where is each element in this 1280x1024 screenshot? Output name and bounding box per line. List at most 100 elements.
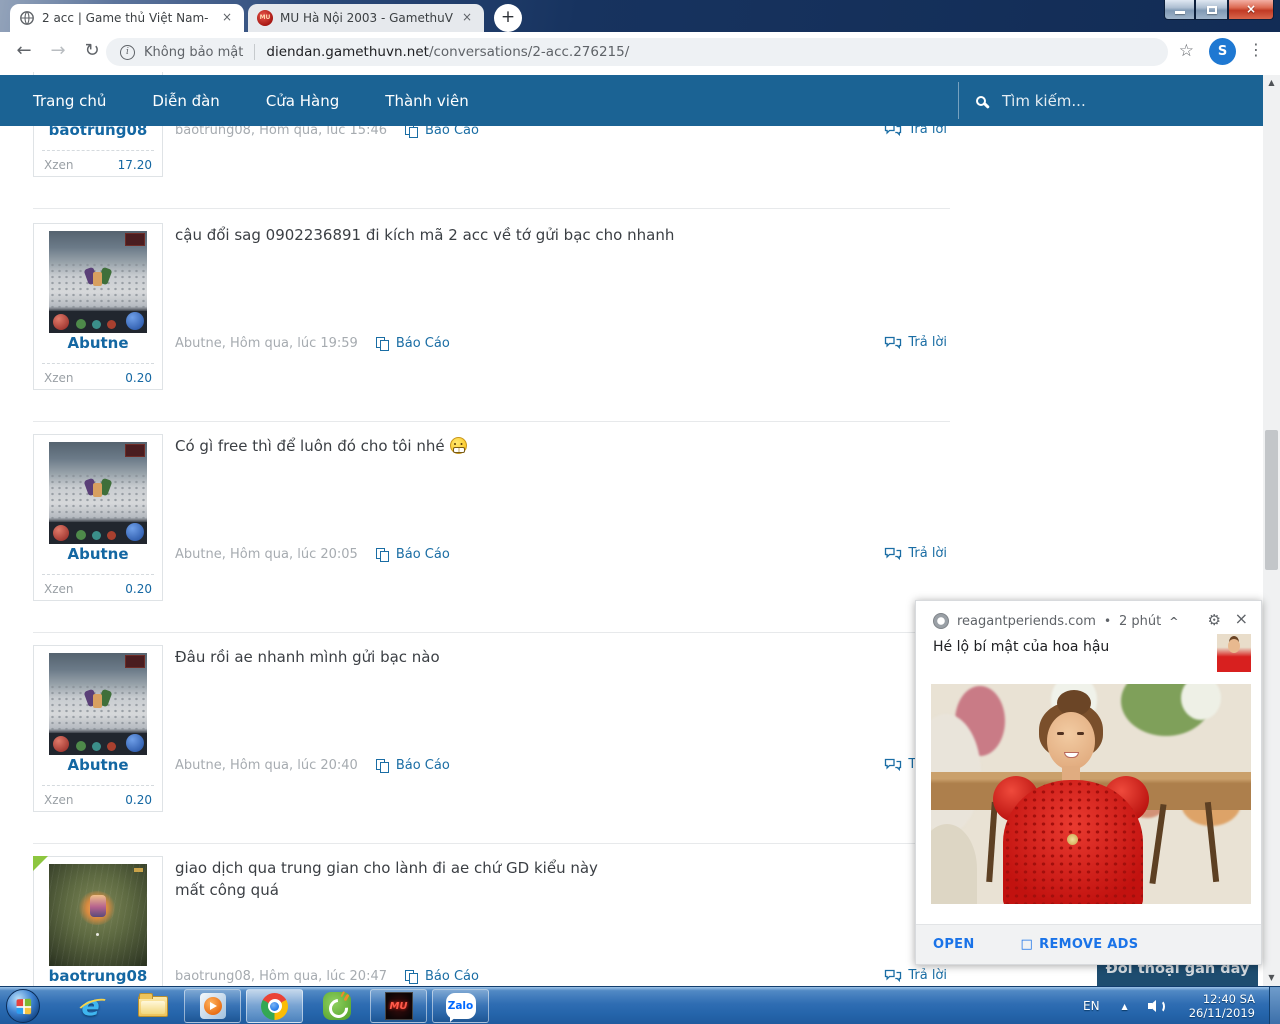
divider [42, 150, 154, 151]
report-link[interactable]: Báo Cáo [376, 336, 450, 351]
author-name[interactable]: baotrung08 [34, 967, 162, 985]
chrome-icon [933, 613, 949, 629]
report-link[interactable]: Báo Cáo [376, 547, 450, 562]
highlight-corner-marker [33, 856, 48, 871]
nav-item-home[interactable]: Trang chủ [33, 92, 106, 110]
divider [42, 363, 154, 364]
forum-post: Abutne Xzen 0.20 cậu đổi sag 0902236891 … [0, 223, 950, 422]
avatar[interactable] [49, 653, 147, 755]
scroll-up-arrow[interactable]: ▲ [1263, 75, 1280, 91]
start-button[interactable] [6, 989, 40, 1023]
address-bar[interactable]: i Không bảo mật diendan.gamethuvn.net /c… [106, 38, 1168, 66]
show-desktop-button[interactable] [1269, 987, 1280, 1024]
scroll-down-arrow[interactable]: ▼ [1263, 970, 1280, 986]
info-icon[interactable]: i [120, 45, 135, 60]
forum-post: Abutne Xzen 0.20 Có gì free thì để luôn … [0, 434, 950, 633]
tray-expand-icon[interactable]: ▲ [1122, 1002, 1128, 1011]
back-button[interactable]: ← [12, 40, 36, 61]
nav-item-store[interactable]: Cửa Hàng [266, 92, 339, 110]
close-button[interactable]: × [1228, 0, 1274, 20]
author-name[interactable]: Abutne [34, 334, 162, 352]
chrome-logo-icon [261, 993, 288, 1020]
volume-icon[interactable] [1148, 1000, 1165, 1013]
post-message: cậu đổi sag 0902236891 đi kích mã 2 acc … [175, 224, 930, 246]
minimize-button[interactable] [1164, 0, 1195, 20]
folder-icon [138, 996, 168, 1017]
tab-close-icon[interactable]: × [459, 10, 475, 26]
page-scrollbar[interactable]: ▲ ▼ [1263, 75, 1280, 986]
reload-button[interactable]: ↻ [80, 40, 104, 61]
ad-woman-face [1047, 712, 1095, 770]
taskbar-chrome-active[interactable] [246, 989, 303, 1023]
collapse-caret-icon[interactable]: ^ [1169, 615, 1178, 628]
notification-header: reagantperiends.com • 2 phút ^ [933, 613, 1191, 629]
open-button[interactable]: OPEN [933, 937, 975, 952]
reply-bubbles-icon [884, 336, 902, 350]
notification-close-icon[interactable]: × [1235, 609, 1248, 628]
post-footer: Abutne, Hôm qua, lúc 19:59 Báo Cáo [175, 335, 450, 352]
taskbar-media-player[interactable] [184, 989, 241, 1023]
bookmark-star-icon[interactable]: ☆ [1179, 41, 1194, 61]
forward-button[interactable]: → [46, 40, 70, 61]
search-box[interactable]: Tìm kiếm... [958, 82, 1263, 119]
xzen-label: Xzen [44, 371, 74, 385]
taskbar-explorer[interactable] [124, 989, 181, 1023]
remove-ads-button[interactable]: □ REMOVE ADS [1021, 937, 1139, 952]
maximize-button[interactable] [1195, 0, 1228, 20]
avatar[interactable] [49, 442, 147, 544]
taskbar-zalo[interactable]: Zalo [432, 989, 489, 1023]
url-path: /conversations/2-acc.276215/ [429, 44, 629, 60]
report-icon [405, 970, 419, 984]
tab-background[interactable]: MU MU Hà Nội 2003 - GamethuVN.n × [248, 4, 484, 32]
report-link[interactable]: Báo Cáo [405, 969, 479, 984]
search-placeholder: Tìm kiếm... [1002, 92, 1086, 110]
reply-bubbles-icon [884, 969, 902, 983]
browser-toolbar: ← → ↻ i Không bảo mật diendan.gamethuvn.… [0, 32, 1280, 72]
xzen-label: Xzen [44, 793, 74, 807]
xzen-row: Xzen 0.20 [44, 582, 152, 596]
url-divider [254, 44, 255, 60]
globe-favicon [19, 10, 35, 26]
notification-actions: OPEN □ REMOVE ADS [916, 924, 1261, 964]
author-name[interactable]: Abutne [34, 756, 162, 774]
author-card: Abutne Xzen 0.20 [33, 434, 163, 601]
taskbar-coccoc[interactable] [308, 989, 365, 1023]
scroll-thumb[interactable] [1265, 430, 1278, 570]
language-indicator[interactable]: EN [1083, 999, 1100, 1013]
taskbar-clock[interactable]: 12:40 SA26/11/2019 [1189, 992, 1255, 1020]
author-name[interactable]: Abutne [34, 545, 162, 563]
avatar[interactable] [49, 231, 147, 333]
forum-post: Abutne Xzen 0.20 Đâu rồi ae nhanh mình g… [0, 645, 950, 844]
tab-close-icon[interactable]: × [219, 10, 235, 26]
nav-item-members[interactable]: Thành viên [385, 92, 468, 110]
avatar[interactable] [49, 864, 147, 966]
browser-menu-icon[interactable]: ⋮ [1248, 40, 1264, 59]
report-link[interactable]: Báo Cáo [376, 758, 450, 773]
profile-avatar[interactable]: S [1209, 38, 1236, 65]
reply-link[interactable]: Trả lời [884, 335, 947, 350]
tab-current[interactable]: 2 acc | Game thủ Việt Nam- MU H × [10, 4, 244, 32]
nav-item-forums[interactable]: Diễn đàn [152, 92, 219, 110]
notification-settings-icon[interactable]: ⚙ [1208, 611, 1221, 629]
post-message: Đâu rồi ae nhanh mình gửi bạc nào [175, 646, 930, 668]
post-message: Có gì free thì để luôn đó cho tôi nhé [175, 435, 930, 457]
system-tray: EN ▲ 12:40 SA26/11/2019 [1083, 987, 1280, 1024]
mu-favicon: MU [257, 10, 273, 26]
taskbar-mu-game[interactable]: MU [370, 989, 427, 1023]
post-message: giao dịch qua trung gian cho lành đi ae … [175, 857, 930, 901]
author-card: Abutne Xzen 0.20 [33, 645, 163, 812]
taskbar-ie[interactable]: e [62, 989, 119, 1023]
ad-thumbnail [1217, 634, 1251, 672]
notification-source: reagantperiends.com [957, 614, 1096, 629]
divider [42, 785, 154, 786]
nav-items: Trang chủ Diễn đàn Cửa Hàng Thành viên [33, 92, 469, 110]
reply-link[interactable]: Trả lời [884, 546, 947, 561]
xzen-value: 17.20 [118, 158, 152, 172]
tab-title: MU Hà Nội 2003 - GamethuVN.n [280, 11, 453, 25]
report-icon [376, 548, 390, 562]
reply-link[interactable]: Trả lời [884, 968, 947, 983]
new-tab-button[interactable]: + [494, 4, 522, 32]
zalo-icon: Zalo [446, 993, 476, 1019]
site-navbar: Trang chủ Diễn đàn Cửa Hàng Thành viên T… [0, 75, 1280, 126]
ad-image[interactable] [931, 684, 1251, 904]
